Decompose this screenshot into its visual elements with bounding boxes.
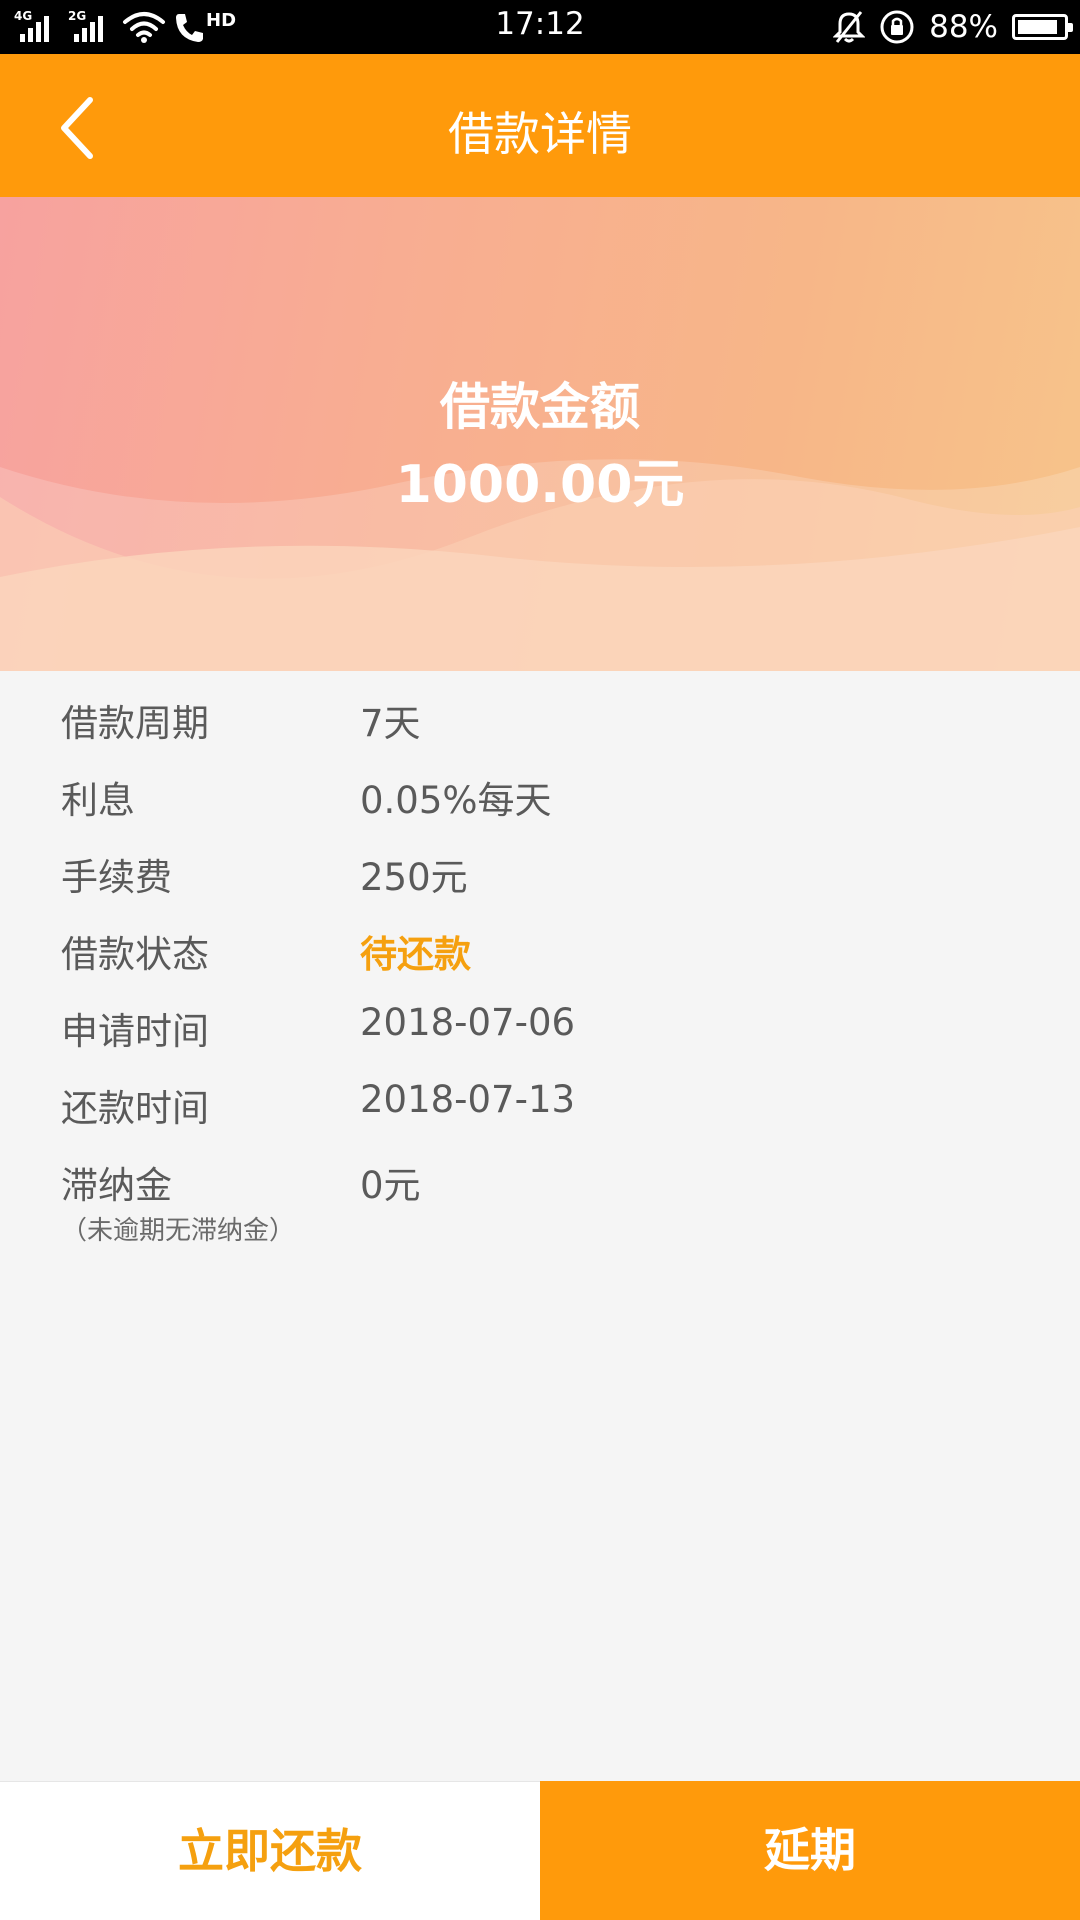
status-bar: 4G 2G HD 17:12 88% bbox=[0, 0, 1080, 54]
detail-value: 250元 bbox=[360, 856, 468, 899]
page-title: 借款详情 bbox=[448, 107, 632, 161]
loan-amount-banner: 借款金额 1000.00元 bbox=[0, 197, 1080, 671]
extend-button[interactable]: 延期 bbox=[540, 1781, 1080, 1920]
detail-label: 滞纳金 bbox=[61, 1164, 172, 1207]
repay-now-button[interactable]: 立即还款 bbox=[0, 1781, 540, 1920]
detail-row-interest: 利息 0.05%每天 bbox=[0, 770, 1080, 830]
detail-value: 7天 bbox=[360, 702, 421, 745]
detail-value: 0元 bbox=[360, 1164, 421, 1207]
status-badge: 待还款 bbox=[360, 933, 471, 976]
battery-percent: 88% bbox=[929, 9, 998, 45]
detail-value: 2018-07-06 bbox=[360, 1001, 576, 1044]
detail-label: 借款状态 bbox=[61, 933, 209, 976]
status-right: 88% bbox=[833, 8, 1073, 46]
detail-row-late-fee: 滞纳金 0元 bbox=[0, 1155, 1080, 1215]
battery-icon bbox=[1012, 14, 1073, 40]
detail-row-apply-date: 申请时间 2018-07-06 bbox=[0, 1001, 1080, 1061]
action-bar: 立即还款 延期 bbox=[0, 1781, 1080, 1920]
rotation-lock-icon bbox=[880, 10, 914, 44]
detail-value: 0.05%每天 bbox=[360, 779, 552, 822]
bell-muted-icon bbox=[833, 11, 866, 43]
app-header: 借款详情 bbox=[0, 54, 1080, 197]
detail-row-fee: 手续费 250元 bbox=[0, 847, 1080, 907]
detail-row-period: 借款周期 7天 bbox=[0, 693, 1080, 753]
detail-label: 申请时间 bbox=[61, 1010, 209, 1053]
detail-label: 手续费 bbox=[61, 856, 172, 899]
detail-label: 借款周期 bbox=[61, 702, 209, 745]
detail-label: 利息 bbox=[61, 779, 135, 822]
loan-amount-value: 1000.00元 bbox=[395, 455, 685, 515]
detail-row-status: 借款状态 待还款 bbox=[0, 924, 1080, 984]
loan-amount-label: 借款金额 bbox=[440, 378, 640, 436]
detail-label: 还款时间 bbox=[61, 1087, 209, 1130]
detail-row-repay-date: 还款时间 2018-07-13 bbox=[0, 1078, 1080, 1138]
late-fee-note: （未逾期无滞纳金） bbox=[61, 1216, 296, 1246]
detail-value: 2018-07-13 bbox=[360, 1078, 576, 1121]
